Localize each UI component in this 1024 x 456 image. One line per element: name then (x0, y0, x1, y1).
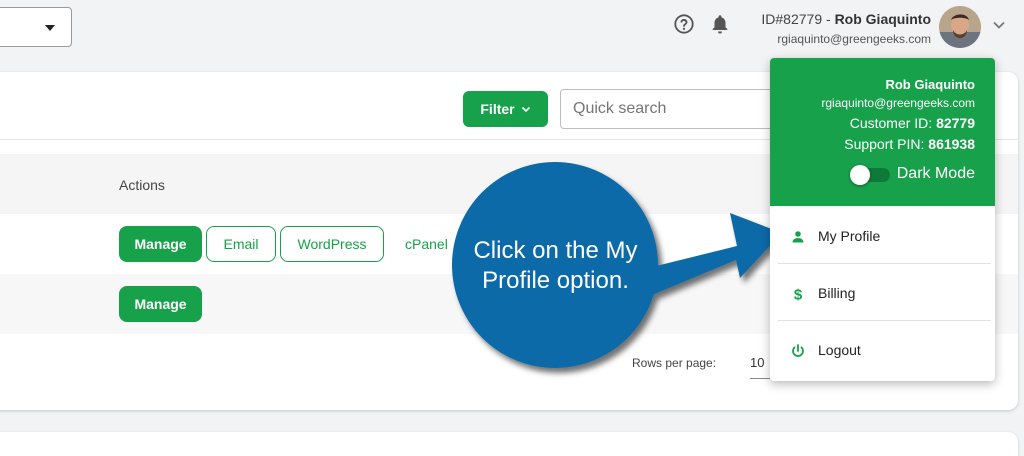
email-button[interactable]: Email (206, 226, 276, 262)
support-pin-label: Support PIN: (844, 136, 929, 152)
callout-text: Click on the My Profile option. (473, 237, 638, 294)
account-separator: - (822, 11, 835, 27)
menu-item-billing[interactable]: $ Billing (770, 265, 995, 322)
power-icon (792, 344, 804, 357)
svg-text:$: $ (794, 287, 803, 303)
menu-item-logout[interactable]: Logout (770, 322, 995, 379)
avatar[interactable] (939, 6, 981, 48)
dark-mode-toggle-knob[interactable] (850, 165, 870, 185)
filter-button[interactable]: Filter (463, 91, 548, 127)
support-pin-value: 861938 (928, 136, 975, 152)
customer-id-value: 82779 (936, 115, 975, 131)
caret-down-icon (45, 25, 55, 31)
menu-item-my-profile[interactable]: My Profile (770, 208, 995, 265)
filter-label: Filter (480, 101, 515, 117)
dark-mode-label: Dark Mode (896, 165, 975, 182)
dollar-icon: $ (794, 287, 803, 303)
dropdown-account-name: Rob Giaquinto (885, 77, 975, 92)
account-email: rgiaquinto@greengeeks.com (777, 32, 931, 46)
account-name: Rob Giaquinto (834, 11, 931, 27)
support-pin: Support PIN: 861938 (844, 136, 975, 152)
help-circle-icon[interactable] (673, 13, 695, 35)
menu-item-label: My Profile (818, 228, 881, 244)
manage-button[interactable]: Manage (119, 226, 202, 262)
bell-icon[interactable] (709, 12, 731, 36)
manage-button[interactable]: Manage (119, 286, 202, 322)
account-dropdown-menu: Rob Giaquinto rgiaquinto@greengeeks.com … (770, 58, 995, 381)
person-icon (792, 231, 804, 243)
secondary-card (0, 432, 1018, 456)
menu-divider (778, 263, 991, 264)
wordpress-button[interactable]: WordPress (280, 226, 384, 262)
customer-id: Customer ID: 82779 (850, 115, 975, 131)
account-id-name[interactable]: ID#82779 - Rob Giaquinto (761, 11, 931, 27)
account-summary: Rob Giaquinto rgiaquinto@greengeeks.com … (770, 58, 995, 206)
chevron-down-icon[interactable] (992, 20, 1006, 30)
chevron-down-icon (521, 106, 530, 112)
menu-divider (778, 320, 991, 321)
menu-item-label: Billing (818, 285, 856, 301)
column-header-actions: Actions (119, 177, 165, 193)
dropdown-account-email: rgiaquinto@greengeeks.com (821, 96, 975, 110)
account-select[interactable] (0, 7, 72, 47)
menu-item-label: Logout (818, 342, 861, 358)
quick-search-input[interactable] (560, 89, 790, 129)
customer-id-label: Customer ID: (849, 115, 937, 131)
account-id: ID#82779 (761, 11, 823, 27)
